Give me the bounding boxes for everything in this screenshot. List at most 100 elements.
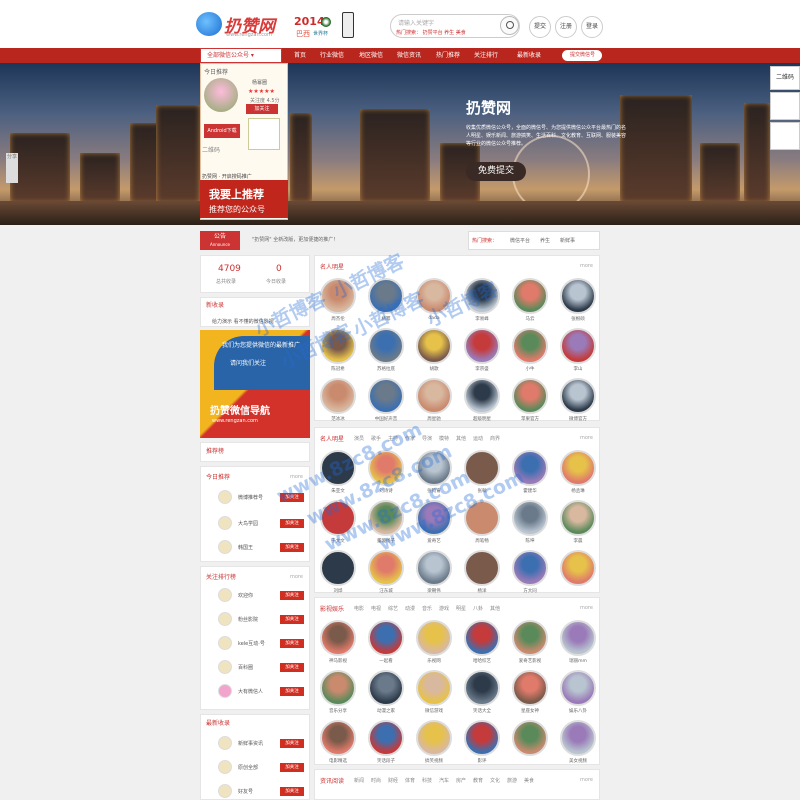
account-name[interactable]: 张根硕 (558, 316, 598, 322)
nav-news[interactable]: 微信资讯 (397, 48, 421, 63)
account-name[interactable]: 陈坤 (510, 538, 550, 544)
account-avatar[interactable] (218, 736, 232, 750)
account-name[interactable]: 星座女神 (510, 708, 550, 714)
account-avatar[interactable] (368, 620, 404, 656)
rank-item[interactable]: 粉丝影院 (238, 616, 258, 623)
account-name[interactable]: 影评 (462, 758, 502, 764)
account-name[interactable]: 杨洋 (462, 588, 502, 594)
account-avatar[interactable] (560, 450, 596, 486)
latest-item[interactable]: 新鲜事资讯 (238, 740, 263, 747)
section-tab[interactable]: 八卦 (473, 605, 483, 612)
account-avatar[interactable] (560, 670, 596, 706)
latest-item[interactable]: 好友号 (238, 788, 253, 795)
account-avatar[interactable] (320, 620, 356, 656)
account-avatar[interactable] (368, 670, 404, 706)
account-avatar[interactable] (512, 620, 548, 656)
account-avatar[interactable] (368, 378, 404, 414)
account-avatar[interactable] (464, 720, 500, 756)
follow-button[interactable]: 加关注 (280, 663, 304, 672)
login-button[interactable]: 登录 (581, 16, 603, 38)
account-avatar[interactable] (560, 278, 596, 314)
rank-item[interactable]: 欢迎你 (238, 592, 253, 599)
nav-hot[interactable]: 热门推荐 (436, 48, 460, 63)
follow-button[interactable]: 加关注 (280, 763, 304, 772)
account-name[interactable]: 苏格拉底 (366, 366, 406, 372)
section-tab[interactable]: 明星 (456, 605, 466, 612)
today-item[interactable]: 韩国王 (238, 544, 253, 551)
account-name[interactable]: 搞笑视频 (414, 758, 454, 764)
account-avatar[interactable] (218, 490, 232, 504)
more-link[interactable]: more (580, 605, 593, 611)
section-tab[interactable]: 其他 (490, 605, 500, 612)
nav-region[interactable]: 地区微信 (359, 48, 383, 63)
account-avatar[interactable] (218, 760, 232, 774)
account-name[interactable]: 美女视频 (558, 758, 598, 764)
account-avatar[interactable] (320, 378, 356, 414)
today-item[interactable]: 微博推荐号 (238, 494, 263, 501)
account-name[interactable]: 爱奇艺 (414, 538, 454, 544)
follow-button[interactable]: 加关注 (280, 639, 304, 648)
account-name[interactable]: 汪东城 (366, 588, 406, 594)
promo-title[interactable]: 我要上推荐 (209, 186, 264, 202)
section-tab[interactable]: 游戏 (439, 605, 449, 612)
account-name[interactable]: 电影精选 (318, 758, 358, 764)
account-name[interactable]: 李宗盛 (462, 366, 502, 372)
account-avatar[interactable] (416, 550, 452, 586)
account-name[interactable]: 微信游戏 (414, 708, 454, 714)
notice-text[interactable]: "扔赞网" 全新改版，更加便捷的推广！ (252, 236, 338, 243)
category-dropdown[interactable]: 全部微信公众号 ▾ (200, 48, 282, 63)
account-avatar[interactable] (218, 540, 232, 554)
more-link[interactable]: more (290, 574, 303, 580)
account-name[interactable]: 杨丞琳 (558, 488, 598, 494)
account-avatar[interactable] (560, 550, 596, 586)
account-name[interactable]: 乐视网 (414, 658, 454, 664)
account-avatar[interactable] (368, 550, 404, 586)
follow-button[interactable]: 加关注 (280, 739, 304, 748)
account-name[interactable]: 方大同 (510, 588, 550, 594)
account-avatar[interactable] (560, 500, 596, 536)
account-name[interactable]: 笑话段子 (366, 758, 406, 764)
section-tab[interactable]: 商界 (490, 435, 500, 442)
section-tab[interactable]: 文化 (490, 777, 500, 784)
account-name[interactable]: 哈哈综艺 (462, 658, 502, 664)
avatar[interactable] (204, 78, 238, 112)
rank-item[interactable]: kele互动·号 (238, 640, 265, 647)
section-tab[interactable]: 演员 (354, 435, 364, 442)
section-tab[interactable]: 电影 (354, 605, 364, 612)
section-tab[interactable]: 旅游 (507, 777, 517, 784)
account-avatar[interactable] (218, 684, 232, 698)
account-name[interactable]: 陈冠希 (318, 366, 358, 372)
section-tab[interactable]: 教育 (473, 777, 483, 784)
recommend-name[interactable]: 杨幂圈 (252, 79, 267, 86)
account-avatar[interactable] (512, 550, 548, 586)
account-avatar[interactable] (464, 670, 500, 706)
account-name[interactable]: 周笔畅 (462, 538, 502, 544)
account-avatar[interactable] (320, 670, 356, 706)
section-tab[interactable]: 汽车 (439, 777, 449, 784)
account-avatar[interactable] (512, 378, 548, 414)
section-tab[interactable]: 房产 (456, 777, 466, 784)
section-tab[interactable]: 新闻 (354, 777, 364, 784)
account-name[interactable]: 动漫之家 (366, 708, 406, 714)
account-avatar[interactable] (218, 784, 232, 798)
account-name[interactable]: 胡歌 (414, 366, 454, 372)
account-avatar[interactable] (416, 720, 452, 756)
account-avatar[interactable] (512, 328, 548, 364)
follow-button[interactable]: 加关注 (280, 687, 304, 696)
account-avatar[interactable] (218, 636, 232, 650)
mobile-phone-icon[interactable] (342, 12, 354, 38)
account-name[interactable]: 李山 (558, 366, 598, 372)
account-avatar[interactable] (416, 620, 452, 656)
account-avatar[interactable] (512, 278, 548, 314)
account-name[interactable]: 刘烨 (318, 588, 358, 594)
hot-tag[interactable]: 养生 (540, 237, 550, 244)
account-name[interactable]: 李晨 (558, 538, 598, 544)
free-submit-button[interactable]: 免费提交 (466, 162, 526, 181)
search-hot-keywords[interactable]: 热门搜索： 扔赞平台 养生 美食 (396, 29, 466, 36)
account-avatar[interactable] (512, 720, 548, 756)
account-name[interactable]: 李易峰 (462, 316, 502, 322)
section-tab[interactable]: 运动 (473, 435, 483, 442)
account-name[interactable]: 微博官方 (558, 416, 598, 422)
account-name[interactable]: 中国好声音 (366, 416, 406, 422)
account-name[interactable]: 神马影视 (318, 658, 358, 664)
